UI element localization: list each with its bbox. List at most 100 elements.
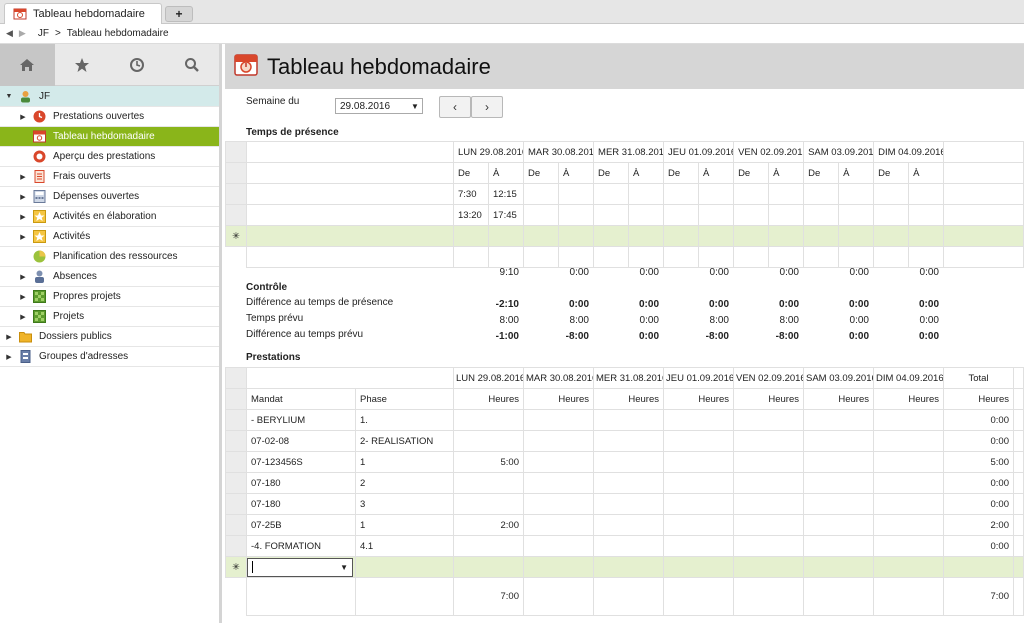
new-cell[interactable]	[628, 225, 665, 247]
expand-arrow-icon[interactable]: ▶	[18, 273, 28, 281]
sidebar-item-prestations-ouvertes[interactable]: ▶ Prestations ouvertes	[0, 107, 219, 127]
expand-arrow-icon[interactable]: ▶	[18, 313, 28, 321]
expand-arrow-icon[interactable]: ▶	[18, 193, 28, 201]
hours-cell[interactable]	[803, 535, 874, 557]
hours-cell[interactable]	[733, 535, 804, 557]
new-cell[interactable]	[733, 225, 770, 247]
hours-cell[interactable]	[873, 493, 944, 515]
hours-cell[interactable]	[733, 451, 804, 473]
time-cell[interactable]	[768, 183, 805, 205]
search-button[interactable]	[164, 44, 219, 86]
hours-cell[interactable]	[593, 409, 664, 431]
new-cell[interactable]	[663, 556, 734, 578]
tab-tableau-hebdomadaire[interactable]: Tableau hebdomadaire	[4, 3, 162, 24]
phase-cell[interactable]: 1	[355, 451, 454, 473]
hours-cell[interactable]	[523, 409, 594, 431]
forward-icon[interactable]: ▶	[19, 28, 26, 39]
new-cell[interactable]	[246, 225, 454, 247]
hours-cell[interactable]	[873, 535, 944, 557]
hours-cell[interactable]	[663, 535, 734, 557]
next-week-button[interactable]: ›	[471, 96, 503, 118]
mandat-cell[interactable]: - BERYLIUM	[246, 409, 356, 431]
new-cell[interactable]	[698, 225, 735, 247]
time-cell[interactable]	[698, 204, 735, 226]
time-cell[interactable]	[593, 204, 630, 226]
new-cell[interactable]	[943, 225, 1024, 247]
sidebar-item-projets[interactable]: ▶ Projets	[0, 307, 219, 327]
hours-cell[interactable]	[453, 472, 524, 494]
time-cell[interactable]	[733, 204, 770, 226]
hours-cell[interactable]: 2:00	[453, 514, 524, 536]
mandat-cell[interactable]: 07-180	[246, 493, 356, 515]
favorites-button[interactable]	[55, 44, 110, 86]
time-cell[interactable]	[558, 204, 595, 226]
hours-cell[interactable]	[593, 451, 664, 473]
time-cell[interactable]	[558, 183, 595, 205]
time-cell[interactable]	[663, 204, 700, 226]
hours-cell[interactable]	[873, 451, 944, 473]
mandat-editor-cell[interactable]: ▼	[246, 556, 356, 578]
hours-cell[interactable]	[593, 472, 664, 494]
new-cell[interactable]	[908, 225, 945, 247]
new-cell[interactable]	[803, 225, 840, 247]
mandat-cell[interactable]: -4. FORMATION	[246, 535, 356, 557]
hours-cell[interactable]	[803, 451, 874, 473]
time-cell[interactable]	[873, 183, 910, 205]
time-cell[interactable]	[523, 183, 560, 205]
phase-cell[interactable]: 4.1	[355, 535, 454, 557]
expand-arrow-icon[interactable]: ▶	[18, 293, 28, 301]
breadcrumb-root[interactable]: JF	[38, 28, 49, 39]
time-cell[interactable]	[838, 183, 875, 205]
sidebar-item-frais-ouverts[interactable]: ▶ Frais ouverts	[0, 167, 219, 187]
hours-cell[interactable]	[873, 430, 944, 452]
hours-cell[interactable]	[523, 430, 594, 452]
hours-cell[interactable]	[733, 409, 804, 431]
new-cell[interactable]	[487, 225, 525, 247]
collapse-arrow-icon[interactable]: ▼	[4, 93, 14, 100]
phase-cell[interactable]: 1	[355, 514, 454, 536]
hours-cell[interactable]	[593, 535, 664, 557]
hours-cell[interactable]	[663, 451, 734, 473]
hours-cell[interactable]	[453, 493, 524, 515]
hours-cell[interactable]	[733, 514, 804, 536]
history-button[interactable]	[110, 44, 165, 86]
expand-arrow-icon[interactable]: ▶	[18, 113, 28, 121]
new-cell[interactable]	[873, 556, 944, 578]
time-cell[interactable]	[523, 204, 560, 226]
expand-arrow-icon[interactable]: ▶	[18, 173, 28, 181]
hours-cell[interactable]	[733, 493, 804, 515]
new-cell[interactable]	[663, 225, 700, 247]
new-cell[interactable]	[593, 556, 664, 578]
sidebar-item-dossiers-publics[interactable]: ▶ Dossiers publics	[0, 327, 219, 347]
hours-cell[interactable]	[593, 493, 664, 515]
hours-cell[interactable]	[663, 409, 734, 431]
time-cell[interactable]	[873, 204, 910, 226]
time-cell[interactable]	[733, 183, 770, 205]
hours-cell[interactable]	[663, 472, 734, 494]
hours-cell[interactable]	[523, 472, 594, 494]
hours-cell[interactable]	[663, 514, 734, 536]
hours-cell[interactable]	[663, 493, 734, 515]
hours-cell[interactable]	[733, 472, 804, 494]
hours-cell[interactable]	[733, 430, 804, 452]
hours-cell[interactable]	[873, 514, 944, 536]
time-cell[interactable]: 17:45	[487, 204, 525, 226]
hours-cell[interactable]	[453, 430, 524, 452]
time-cell[interactable]	[803, 204, 840, 226]
time-cell[interactable]	[663, 183, 700, 205]
new-cell[interactable]	[523, 225, 560, 247]
phase-cell[interactable]: 2	[355, 472, 454, 494]
expand-arrow-icon[interactable]: ▶	[4, 333, 14, 341]
time-cell[interactable]	[838, 204, 875, 226]
hours-cell[interactable]	[873, 409, 944, 431]
new-cell[interactable]	[355, 556, 454, 578]
hours-cell[interactable]	[803, 514, 874, 536]
new-cell[interactable]	[838, 225, 875, 247]
time-cell[interactable]	[803, 183, 840, 205]
time-cell[interactable]	[628, 204, 665, 226]
time-cell[interactable]	[908, 204, 945, 226]
sidebar-item-activités-en-élaboration[interactable]: ▶ Activités en élaboration	[0, 207, 219, 227]
phase-cell[interactable]: 3	[355, 493, 454, 515]
hours-cell[interactable]	[803, 409, 874, 431]
back-icon[interactable]: ◀	[6, 28, 13, 39]
